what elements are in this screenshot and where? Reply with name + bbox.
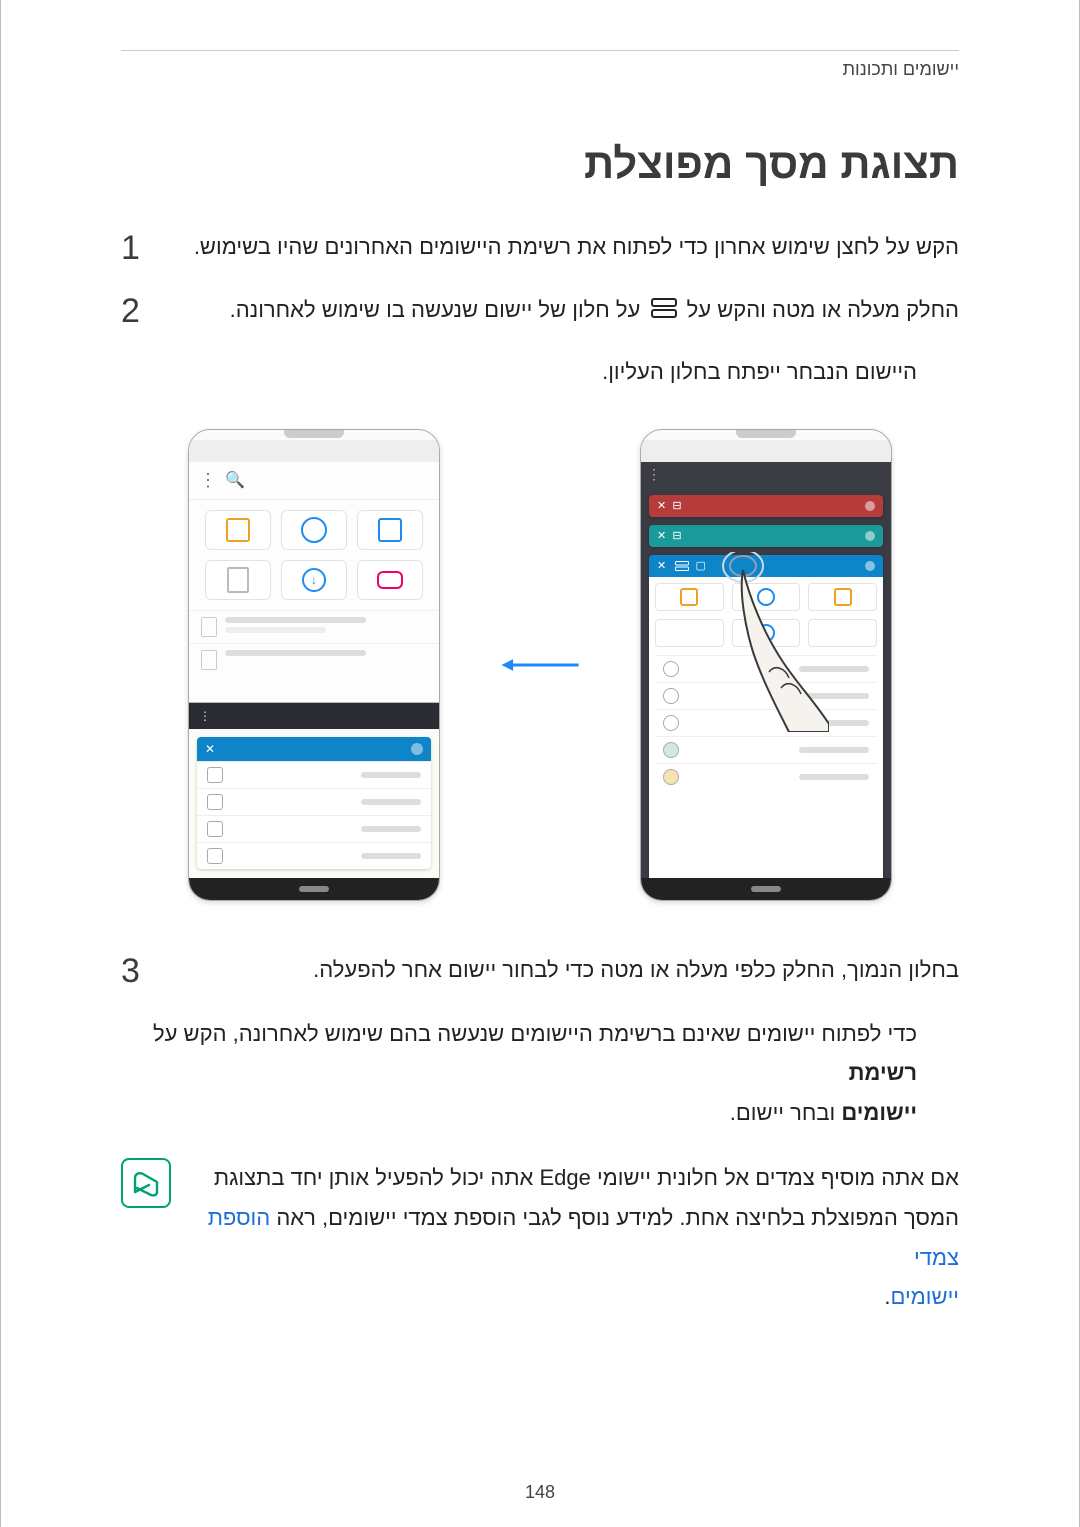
tip-bold-1: רשימת [849,1060,917,1085]
tip-paragraph: כדי לפתוח יישומים שאינם ברשימת היישומים … [121,1014,917,1133]
audio-icon [732,583,801,611]
note-line1: אם אתה מוסיף צמדים אל חלונית יישומי Edge… [214,1165,959,1190]
step-2-text-after: על חלון של יישום שנעשה בו שימוש לאחרונה. [230,297,641,322]
note-text: אם אתה מוסיף צמדים אל חלונית יישומי Edge… [187,1158,959,1316]
task-header-controls: ✕ ▢ [657,559,706,572]
step-2-text-before: החלק מעלה או מטה והקש על [687,297,959,322]
drive-icon [663,769,679,785]
page-title: תצוגת מסך מפוצלת [121,140,959,188]
more-icon: ⋮ [199,470,217,491]
row-icon [207,848,223,864]
close-icon: ✕ [205,742,215,756]
close-icon: ✕ ⊟ [657,529,682,542]
home-indicator [299,886,329,892]
file-icon [663,688,679,704]
task-body [649,577,883,889]
documents-icon [227,567,249,593]
row-icon [207,821,223,837]
nav-bar [189,878,439,900]
step-3: בחלון הנמוך, החלק כלפי מעלה או מטה כדי ל… [121,951,959,992]
step-2-sub: היישום הנבחר ייפתח בחלון העליון. [121,354,917,389]
step-3-text: בחלון הנמוך, החלק כלפי מעלה או מטה כדי ל… [163,951,959,988]
top-app-list [189,610,439,676]
top-app-pane: ⋮ 🔍 [189,462,439,703]
home-indicator [751,886,781,892]
downloads-icon [732,619,801,647]
recent-apps-list: ⋮ ✕ ⊟ ✕ ⊟ ✕ ▢ [641,462,891,878]
arrow-left-icon [500,653,580,677]
note-block: אם אתה מוסיף צמדים אל חלונית יישומי Edge… [121,1158,959,1316]
more-icon: ⋮ [199,709,211,723]
apk-icon [808,619,877,647]
recent-task-card: ✕ ⊟ [649,525,883,547]
phone-notch [736,430,796,438]
step-2: החלק מעלה או מטה והקש על על חלון של יישו… [121,291,959,332]
app-badge-icon [865,561,875,571]
file-icon [663,715,679,731]
step-1-text: הקש על לחצן שימוש אחרון כדי לפתוח את רשי… [163,228,959,265]
video-icon [808,583,877,611]
documents-icon [655,619,724,647]
page: יישומים ותכונות תצוגת מסך מפוצלת הקש על … [0,0,1080,1527]
bottom-app-pane: ✕ [189,737,439,901]
nav-bar [641,878,891,900]
step-3-number: 3 [121,951,149,992]
top-app-grid [189,500,439,610]
phone-recent-apps: ⋮ ✕ ⊟ ✕ ⊟ ✕ ▢ [640,429,892,901]
note-icon [121,1158,171,1208]
file-icon [663,661,679,677]
breadcrumb: יישומים ותכונות [121,59,959,80]
tip-line2-post: ובחר יישום. [730,1100,842,1125]
split-view-icon [651,292,677,329]
status-bar [641,440,891,462]
more-icon: ⋮ [641,462,891,487]
close-icon: ✕ ⊟ [657,499,682,512]
audio-icon [301,517,327,543]
phone-notch [284,430,344,438]
cloud-icon [663,742,679,758]
top-app-toolbar: ⋮ 🔍 [189,462,439,500]
step-2-number: 2 [121,291,149,332]
file-icon [201,650,217,670]
recent-task-card: ✕ ▢ [649,555,883,889]
step-1-number: 1 [121,228,149,269]
note-link-cont[interactable]: יישומים [890,1284,959,1309]
search-icon: 🔍 [225,470,245,490]
recent-app-card: ✕ [197,737,431,869]
row-icon [207,767,223,783]
app-badge-icon [865,531,875,541]
tip-line1-pre: כדי לפתוח יישומים שאינם ברשימת היישומים … [153,1021,917,1046]
step-2-text: החלק מעלה או מטה והקש על על חלון של יישו… [163,291,959,330]
step-1: הקש על לחצן שימוש אחרון כדי לפתוח את רשי… [121,228,959,269]
split-divider: ⋮ [189,703,439,729]
images-icon [655,583,724,611]
note-line2-pre: המסך המפוצלת בלחיצה אחת. למידע נוסף לגבי… [270,1205,959,1230]
images-icon [226,518,250,542]
page-number: 148 [1,1482,1079,1503]
app-badge-icon [411,743,423,755]
apk-icon [377,571,403,589]
downloads-icon [302,568,326,592]
row-icon [207,794,223,810]
card-header: ✕ [197,737,431,761]
video-icon [378,518,402,542]
phone-split-result: ⋮ 🔍 ⋮ [188,429,440,901]
file-icon [201,617,217,637]
tip-bold-2: יישומים [841,1100,917,1125]
recent-task-card: ✕ ⊟ [649,495,883,517]
page-top-rule [121,50,959,51]
figure-row: ⋮ 🔍 ⋮ [121,429,959,901]
app-badge-icon [865,501,875,511]
status-bar [189,440,439,462]
